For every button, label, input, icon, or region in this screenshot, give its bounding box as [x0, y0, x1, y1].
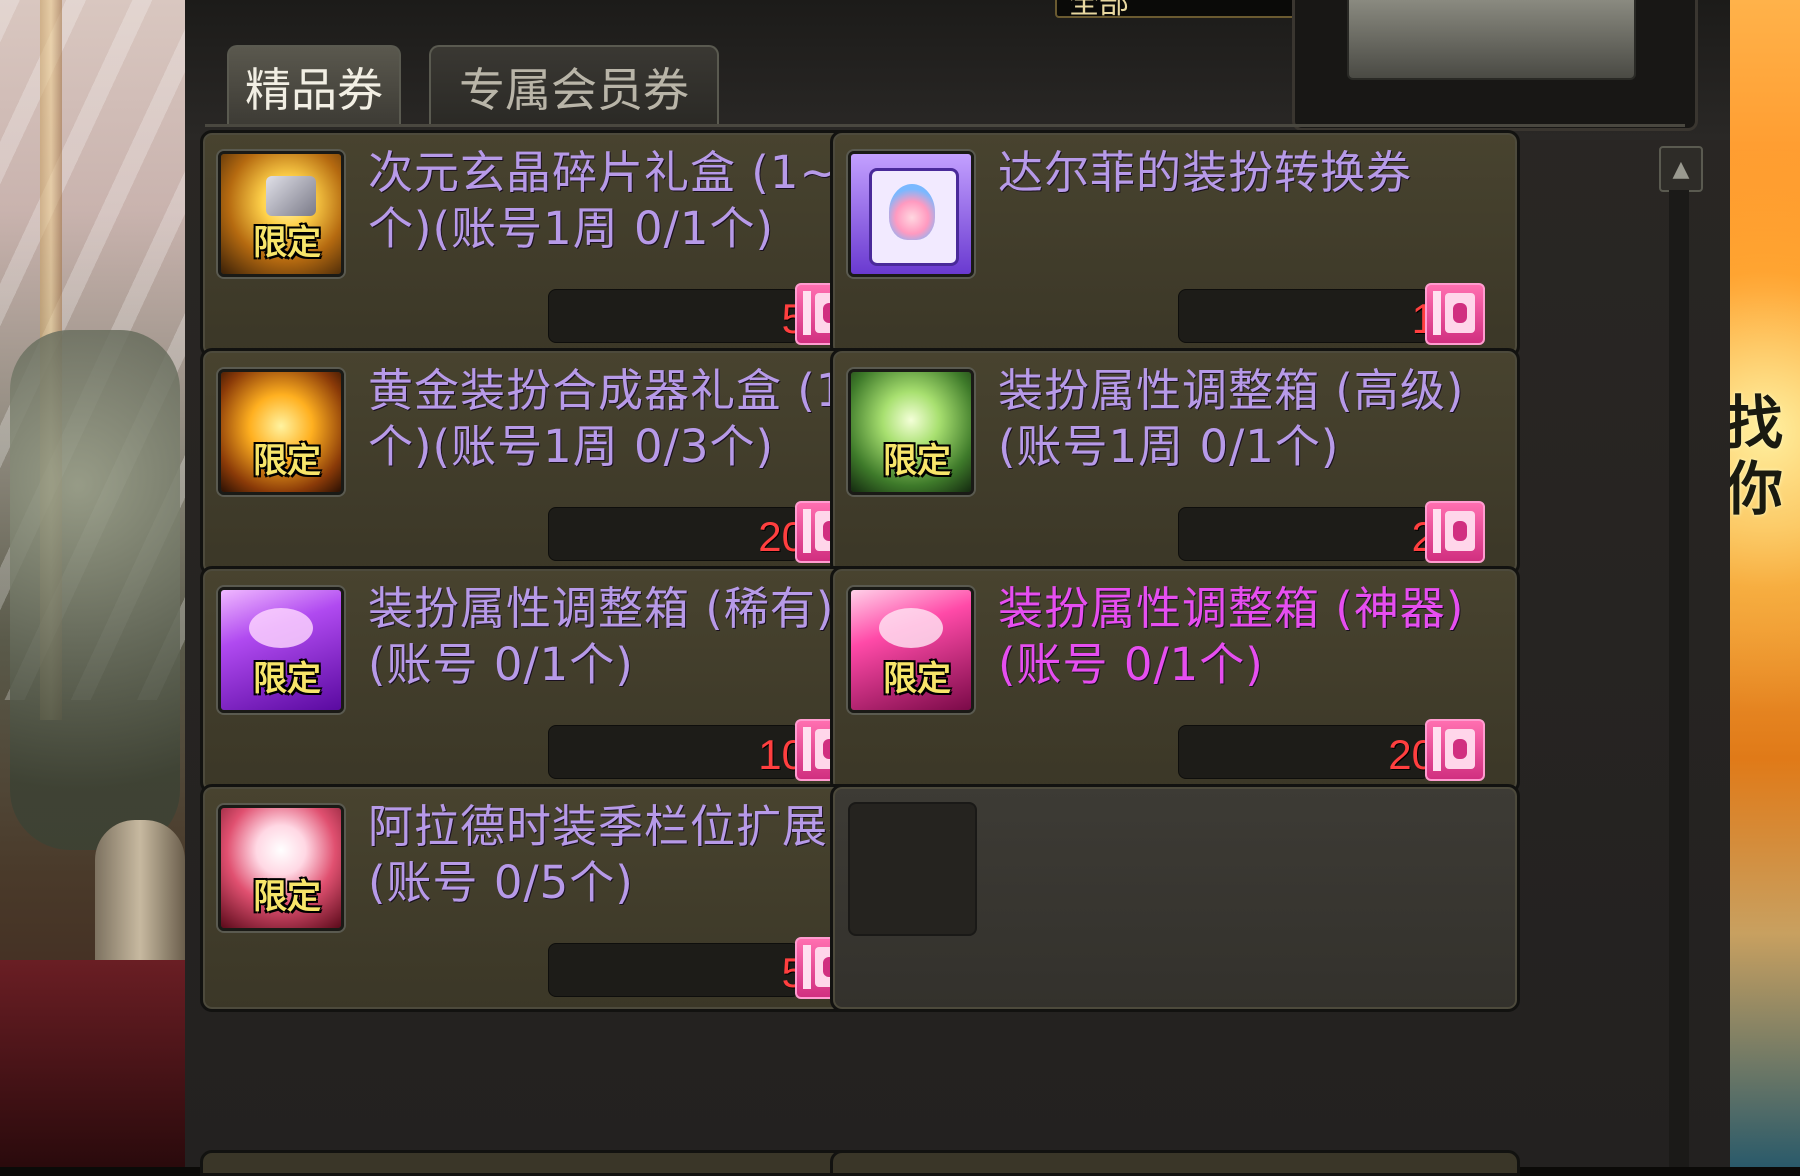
- doll-ticket-icon: [848, 151, 974, 277]
- price-bar: [548, 289, 800, 343]
- scroll-up-button[interactable]: ▲: [1659, 146, 1703, 192]
- price-bar: [1178, 289, 1430, 343]
- preview-box: [1292, 0, 1698, 131]
- item-title: 达尔菲的装扮转换券: [998, 146, 1413, 199]
- shop-item-card[interactable]: 限定 次元玄晶碎片礼盒 (1~5个)(账号1周 0/1个) 5: [200, 130, 890, 358]
- next-row-card-edge: [830, 1150, 1520, 1176]
- item-title: 黄金装扮合成器礼盒 (1个)(账号1周 0/3个): [368, 364, 846, 473]
- limited-badge: 限定: [253, 877, 321, 917]
- tab-member-coupon[interactable]: 专属会员券: [429, 45, 719, 127]
- limited-badge: 限定: [883, 441, 951, 481]
- item-title: 装扮属性调整箱 (神器)(账号 0/1个): [998, 582, 1465, 691]
- empty-item-card: [830, 784, 1520, 1012]
- preview-frame: [1347, 0, 1636, 80]
- price-bar: [548, 943, 800, 997]
- golden-synthesizer-box-icon: 限定: [218, 369, 344, 495]
- side-char-1: 找: [1724, 389, 1783, 457]
- shop-item-card[interactable]: 限定 装扮属性调整箱 (稀有)(账号 0/1个) 10: [200, 566, 890, 794]
- side-char-2: 你: [1724, 455, 1783, 523]
- next-row-card-edge: [200, 1150, 890, 1176]
- item-title: 装扮属性调整箱 (高级)(账号1周 0/1个): [998, 364, 1465, 473]
- flower-ticket-icon: 限定: [218, 805, 344, 931]
- empty-item-slot: [848, 802, 977, 936]
- shop-item-card[interactable]: 限定 阿拉德时装季栏位扩展券(账号 0/5个) 5: [200, 784, 890, 1012]
- item-title: 次元玄晶碎片礼盒 (1~5个)(账号1周 0/1个): [368, 146, 868, 255]
- red-cloth: [0, 960, 185, 1167]
- purple-adjust-box-icon: 限定: [218, 587, 344, 713]
- scrollbar-track[interactable]: [1669, 190, 1689, 1167]
- category-dropdown-value: 全部: [1069, 0, 1129, 21]
- shop-item-card[interactable]: 达尔菲的装扮转换券 1: [830, 130, 1520, 358]
- shop-item-card[interactable]: 限定 装扮属性调整箱 (高级)(账号1周 0/1个) 2: [830, 348, 1520, 576]
- pink-adjust-box-icon: 限定: [848, 587, 974, 713]
- chevron-up-icon: ▲: [1672, 156, 1690, 182]
- shop-item-card[interactable]: 限定 黄金装扮合成器礼盒 (1个)(账号1周 0/3个) 20: [200, 348, 890, 576]
- limited-badge: 限定: [253, 441, 321, 481]
- background-art-left: [0, 0, 185, 1167]
- limited-badge: 限定: [253, 659, 321, 699]
- item-title: 阿拉德时装季栏位扩展券(账号 0/5个): [368, 800, 875, 909]
- limited-badge: 限定: [883, 659, 951, 699]
- green-adjust-box-icon: 限定: [848, 369, 974, 495]
- tab-premium-coupon[interactable]: 精品券: [227, 45, 401, 127]
- plant: [10, 330, 180, 850]
- shop-panel: 全部 精品券 专属会员券 ▲ 限定 次元玄晶碎片礼盒 (1~5个)(账号1周 0…: [185, 0, 1730, 1176]
- crystal-giftbox-icon: 限定: [218, 151, 344, 277]
- coupon-currency-icon: [1425, 283, 1485, 345]
- coupon-currency-icon: [1425, 719, 1485, 781]
- limited-badge: 限定: [253, 223, 321, 263]
- item-title: 装扮属性调整箱 (稀有)(账号 0/1个): [368, 582, 835, 691]
- shop-item-card[interactable]: 限定 装扮属性调整箱 (神器)(账号 0/1个) 20: [830, 566, 1520, 794]
- background-art-right: [1730, 0, 1800, 1167]
- price-bar: [1178, 507, 1430, 561]
- tab-divider: [205, 124, 1685, 127]
- coupon-currency-icon: [1425, 501, 1485, 563]
